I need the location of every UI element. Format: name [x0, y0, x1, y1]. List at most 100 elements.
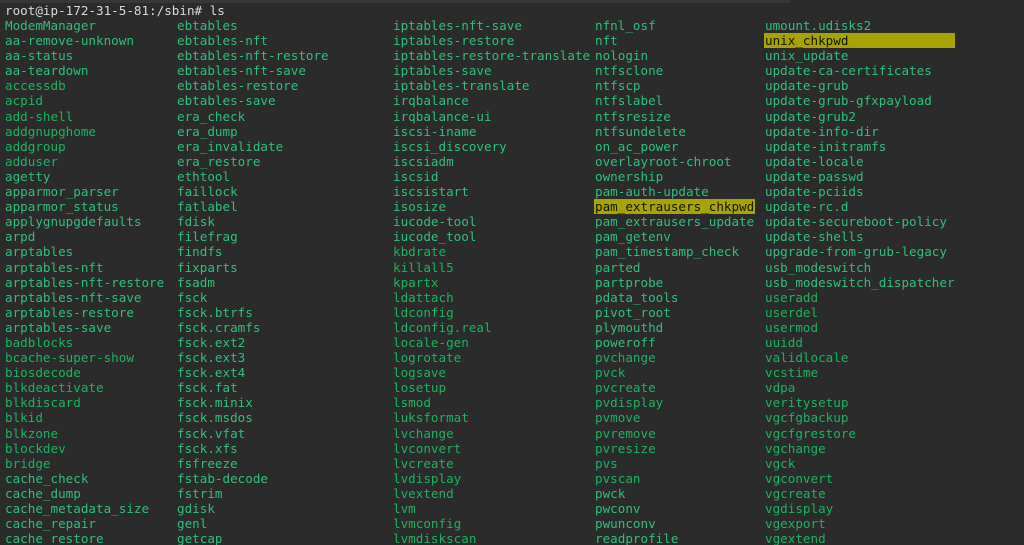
ls-entry: vgck: [765, 455, 796, 471]
ls-entry: usb_modeswitch_dispatcher: [765, 274, 955, 290]
ls-entry: findfs: [177, 244, 223, 260]
ls-entry: lvcreate: [393, 455, 454, 471]
ls-entry: vgcreate: [765, 485, 826, 501]
ls-entry: fstrim: [177, 485, 223, 501]
ls-entry: fatlabel: [177, 199, 238, 215]
ls-entry: aa-status: [5, 48, 74, 64]
ls-entry-highlighted: unix_chkpwd: [764, 33, 955, 49]
ls-entry: nft: [595, 33, 618, 49]
ls-entry: vgchange: [765, 440, 826, 456]
ls-entry: uuidd: [765, 334, 803, 350]
ls-entry: useradd: [765, 289, 819, 305]
ls-entry: luksformat: [393, 410, 469, 426]
ls-entry: blkdeactivate: [5, 380, 104, 396]
ls-entry: fsck.msdos: [177, 410, 253, 426]
ls-column-2: iptables-nft-save iptables-restore iptable…: [393, 18, 590, 545]
terminal-window[interactable]: root@ip-172-31-5-81:/sbin# ls ModemManag…: [0, 0, 1024, 545]
ls-entry: partprobe: [595, 274, 664, 290]
ls-entry: cache_restore: [5, 531, 104, 545]
ls-entry: update-info-dir: [765, 123, 879, 139]
ls-entry: pvremove: [595, 425, 656, 441]
ls-entry: ntfsundelete: [595, 123, 686, 139]
ls-entry: update-locale: [765, 153, 864, 169]
ls-entry: arptables-nft-restore: [5, 274, 165, 290]
ls-entry: arptables-restore: [5, 304, 134, 320]
ls-entry: bcache-super-show: [5, 350, 134, 366]
ls-entry: update-passwd: [765, 168, 864, 184]
ls-entry: fsck.xfs: [177, 440, 238, 456]
ls-entry-highlighted: pam_extrausers_chkpwd: [594, 199, 756, 215]
ls-entry: getcap: [177, 531, 223, 545]
ls-entry: badblocks: [5, 334, 74, 350]
ls-entry: kpartx: [393, 274, 439, 290]
ls-output-columns: ModemManager aa-remove-unknown aa-status aa…: [0, 18, 1024, 545]
ls-entry: lvdisplay: [393, 470, 462, 486]
ls-entry: ntfscp: [595, 78, 641, 94]
ls-entry: ethtool: [177, 168, 231, 184]
ls-entry: genl: [177, 516, 208, 532]
ls-entry: ModemManager: [5, 18, 96, 33]
ls-column-0: ModemManager aa-remove-unknown aa-status aa…: [5, 18, 164, 545]
ls-entry: lvchange: [393, 425, 454, 441]
ls-entry: arptables-nft-save: [5, 289, 142, 305]
ls-entry: adduser: [5, 153, 59, 169]
ls-entry: vgdisplay: [765, 501, 834, 516]
ls-entry: applygnupgdefaults: [5, 214, 142, 230]
ls-entry: blkid: [5, 410, 43, 426]
ls-entry: update-pciids: [765, 184, 864, 200]
ls-entry: update-initramfs: [765, 138, 887, 154]
ls-entry: fsck.btrfs: [177, 304, 253, 320]
ls-entry: ebtables-nft-save: [177, 63, 306, 79]
ls-entry: nfnl_osf: [595, 18, 656, 33]
ls-entry: add-shell: [5, 108, 74, 124]
ls-entry: addgnupghome: [5, 123, 96, 139]
ls-entry: vgcfgbackup: [765, 410, 849, 426]
ls-entry: unix_update: [765, 48, 849, 64]
ls-entry: isosize: [393, 199, 447, 215]
ls-entry: userdel: [765, 304, 819, 320]
ls-entry: readprofile: [595, 531, 679, 545]
ls-entry: aa-teardown: [5, 63, 89, 79]
ls-entry: arpd: [5, 229, 36, 245]
ls-entry: vgcfgrestore: [765, 425, 856, 441]
ls-entry: biosdecode: [5, 365, 81, 381]
ls-entry: iscsid: [393, 168, 439, 184]
ls-entry: pvchange: [595, 350, 656, 366]
ls-entry: pam_extrausers_update: [595, 214, 755, 230]
ls-entry: update-shells: [765, 229, 864, 245]
ls-entry: vgextend: [765, 531, 826, 545]
ls-entry: ebtables-nft: [177, 33, 268, 49]
ls-entry: pivot_root: [595, 304, 671, 320]
ls-entry: veritysetup: [765, 395, 849, 411]
ls-entry: fixparts: [177, 259, 238, 275]
ls-entry: era_dump: [177, 123, 238, 139]
ls-entry: iptables-translate: [393, 78, 530, 94]
ls-entry: update-grub: [765, 78, 849, 94]
ls-entry: fsck.fat: [177, 380, 238, 396]
ls-entry: pam-auth-update: [595, 184, 709, 200]
ls-entry: blkzone: [5, 425, 59, 441]
ls-entry: ldconfig.real: [393, 319, 492, 335]
ls-entry: lvmconfig: [393, 516, 462, 532]
ls-entry: fsck.ext4: [177, 365, 246, 381]
ls-entry: pvscan: [595, 470, 641, 486]
ls-entry: lvm: [393, 501, 416, 516]
ls-entry: ownership: [595, 168, 664, 184]
ls-entry: accessdb: [5, 78, 66, 94]
ls-entry: pvcreate: [595, 380, 656, 396]
ls-entry: vgexport: [765, 516, 826, 532]
ls-entry: fdisk: [177, 214, 215, 230]
prompt-text: root@ip-172-31-5-81:/sbin# ls: [5, 3, 225, 18]
ls-entry: overlayroot-chroot: [595, 153, 732, 169]
ls-entry: cache_repair: [5, 516, 96, 532]
ls-entry: ebtables-restore: [177, 78, 299, 94]
ls-entry: ebtables: [177, 18, 238, 33]
ls-entry: ntfsresize: [595, 108, 671, 124]
ls-entry: pam_getenv: [595, 229, 671, 245]
ls-entry: validlocale: [765, 350, 849, 366]
ls-entry: pam_timestamp_check: [595, 244, 740, 260]
ls-column-4: umount.udisks2 unix_chkpwd unix_update upda…: [764, 18, 955, 545]
ls-entry: faillock: [177, 184, 238, 200]
ls-entry: pdata_tools: [595, 289, 679, 305]
ls-entry: era_restore: [177, 153, 261, 169]
